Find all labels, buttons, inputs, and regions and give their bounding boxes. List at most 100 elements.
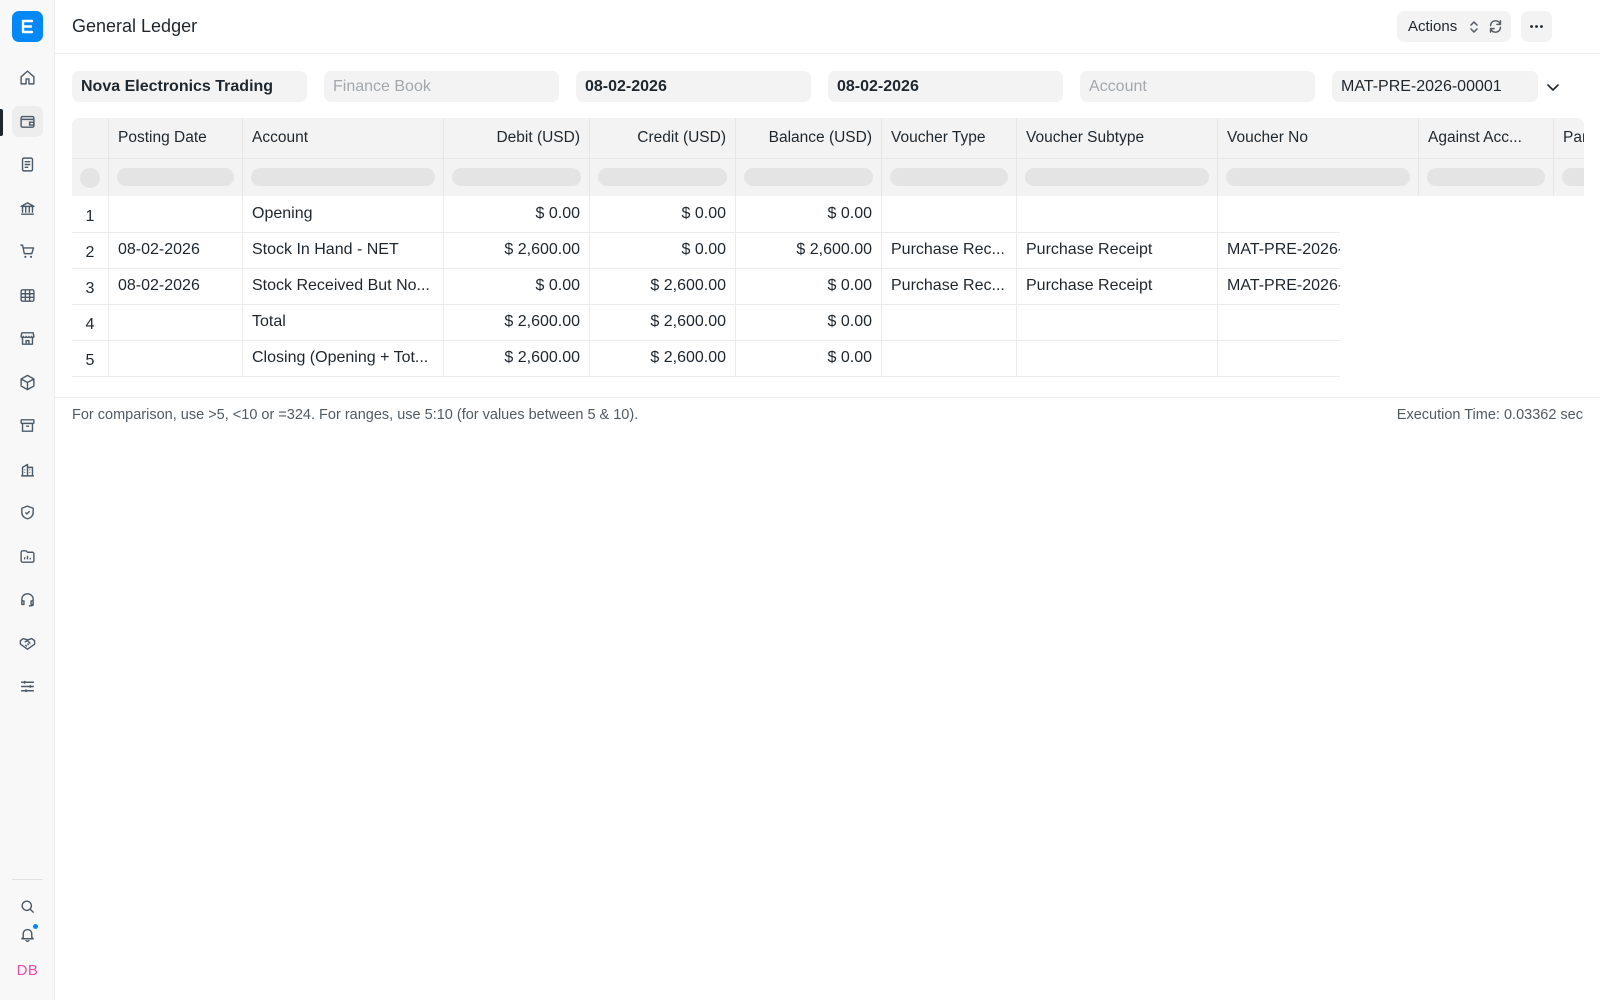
table-row[interactable]: 1 Opening $ 0.00 $ 0.00 $ 0.00	[72, 196, 1340, 233]
voucher-no-filter[interactable]: MAT-PRE-2026-00001	[1332, 71, 1538, 102]
cell-posting-date[interactable]	[109, 340, 243, 376]
sidebar-item-settings[interactable]	[12, 671, 43, 702]
cell-balance[interactable]: $ 0.00	[736, 196, 882, 232]
cell-account[interactable]: Total	[243, 304, 444, 340]
from-date-filter[interactable]: 08-02-2026	[576, 71, 811, 102]
cell-voucher-type[interactable]	[882, 196, 1017, 232]
cell-voucher-no[interactable]	[1218, 304, 1340, 340]
cell-voucher-subtype[interactable]	[1017, 304, 1218, 340]
sidebar-item-quality[interactable]	[12, 497, 43, 528]
archive-icon	[20, 419, 35, 432]
bank-icon	[20, 202, 35, 215]
cell-voucher-subtype[interactable]: Purchase Receipt	[1017, 268, 1218, 304]
sidebar-item-accounting[interactable]	[12, 106, 43, 137]
column-header-against-account[interactable]: Against Acc...	[1419, 118, 1554, 158]
search-button[interactable]	[12, 891, 43, 922]
cell-debit[interactable]: $ 2,600.00	[444, 340, 590, 376]
cell-debit[interactable]: $ 2,600.00	[444, 304, 590, 340]
table-footer-divider	[55, 397, 1600, 398]
column-filter-balance[interactable]	[736, 158, 882, 196]
column-filter-account[interactable]	[243, 158, 444, 196]
column-filter-debit[interactable]	[444, 158, 590, 196]
sidebar-item-buying[interactable]	[12, 236, 43, 267]
column-header-credit[interactable]: Credit (USD)	[590, 118, 736, 158]
column-filter-voucher-no[interactable]	[1218, 158, 1419, 196]
company-filter[interactable]: Nova Electronics Trading	[72, 71, 307, 102]
table-row[interactable]: 4 Total $ 2,600.00 $ 2,600.00 $ 0.00	[72, 304, 1340, 341]
cell-voucher-no[interactable]	[1218, 196, 1340, 232]
column-header-voucher-subtype[interactable]: Voucher Subtype	[1017, 118, 1218, 158]
sidebar-item-manufacturing[interactable]	[12, 454, 43, 485]
sidebar-item-projects[interactable]	[12, 541, 43, 572]
sidebar-item-crm[interactable]	[12, 628, 43, 659]
table-row[interactable]: 3 08-02-2026 Stock Received But No... $ …	[72, 268, 1340, 305]
cell-voucher-type[interactable]	[882, 304, 1017, 340]
cell-voucher-no[interactable]: MAT-PRE-2026-00001	[1218, 232, 1340, 268]
sidebar-item-support[interactable]	[12, 584, 43, 615]
column-filter-credit[interactable]	[590, 158, 736, 196]
cell-balance[interactable]: $ 0.00	[736, 340, 882, 376]
column-header-posting-date[interactable]: Posting Date	[109, 118, 243, 158]
column-filter-party[interactable]	[1554, 158, 1584, 196]
cell-balance[interactable]: $ 2,600.00	[736, 232, 882, 268]
cell-voucher-subtype[interactable]: Purchase Receipt	[1017, 232, 1218, 268]
cell-voucher-type[interactable]: Purchase Rec...	[882, 232, 1017, 268]
sidebar-item-selling[interactable]	[12, 323, 43, 354]
table-row[interactable]: 2 08-02-2026 Stock In Hand - NET $ 2,600…	[72, 232, 1340, 269]
cell-voucher-type[interactable]: Purchase Rec...	[882, 268, 1017, 304]
cell-account[interactable]: Opening	[243, 196, 444, 232]
cell-debit[interactable]: $ 2,600.00	[444, 232, 590, 268]
cell-account[interactable]: Closing (Opening + Tot...	[243, 340, 444, 376]
cell-credit[interactable]: $ 2,600.00	[590, 268, 736, 304]
sidebar-item-documents[interactable]	[12, 149, 43, 180]
cell-debit[interactable]: $ 0.00	[444, 196, 590, 232]
column-header-voucher-type[interactable]: Voucher Type	[882, 118, 1017, 158]
cell-posting-date[interactable]: 08-02-2026	[109, 268, 243, 304]
cell-voucher-no[interactable]: MAT-PRE-2026-00001	[1218, 268, 1340, 304]
column-header-voucher-no[interactable]: Voucher No	[1218, 118, 1419, 158]
app-logo[interactable]	[12, 11, 43, 42]
cell-posting-date[interactable]	[109, 304, 243, 340]
cell-balance[interactable]: $ 0.00	[736, 304, 882, 340]
column-header-balance[interactable]: Balance (USD)	[736, 118, 882, 158]
sliders-icon	[21, 680, 34, 693]
refresh-button[interactable]	[1480, 11, 1511, 42]
finance-book-filter[interactable]: Finance Book	[324, 71, 559, 102]
cell-balance[interactable]: $ 0.00	[736, 268, 882, 304]
column-header-debit[interactable]: Debit (USD)	[444, 118, 590, 158]
column-filter-posting-date[interactable]	[109, 158, 243, 196]
sidebar-item-home[interactable]	[12, 62, 43, 93]
cart-icon	[20, 244, 35, 258]
headset-icon	[21, 593, 34, 607]
more-filters-button[interactable]	[1543, 77, 1563, 97]
cell-account[interactable]: Stock Received But No...	[243, 268, 444, 304]
cell-posting-date[interactable]: 08-02-2026	[109, 232, 243, 268]
cell-account[interactable]: Stock In Hand - NET	[243, 232, 444, 268]
cell-credit[interactable]: $ 0.00	[590, 232, 736, 268]
cell-voucher-no[interactable]	[1218, 340, 1340, 376]
sidebar-item-table[interactable]	[12, 280, 43, 311]
cell-posting-date[interactable]	[109, 196, 243, 232]
cell-credit[interactable]: $ 2,600.00	[590, 304, 736, 340]
notifications-button[interactable]	[12, 919, 43, 950]
column-header-party[interactable]: Par	[1554, 118, 1584, 158]
avatar[interactable]: DB	[12, 957, 43, 983]
active-indicator	[0, 109, 3, 136]
cell-voucher-subtype[interactable]	[1017, 196, 1218, 232]
cell-credit[interactable]: $ 2,600.00	[590, 340, 736, 376]
sidebar-item-bank[interactable]	[12, 193, 43, 224]
cell-voucher-type[interactable]	[882, 340, 1017, 376]
column-header-account[interactable]: Account	[243, 118, 444, 158]
column-filter-against-account[interactable]	[1419, 158, 1554, 196]
more-options-button[interactable]	[1521, 11, 1552, 42]
column-filter-voucher-type[interactable]	[882, 158, 1017, 196]
cell-credit[interactable]: $ 0.00	[590, 196, 736, 232]
table-row[interactable]: 5 Closing (Opening + Tot... $ 2,600.00 $…	[72, 340, 1340, 377]
sidebar-item-assets[interactable]	[12, 410, 43, 441]
to-date-filter[interactable]: 08-02-2026	[828, 71, 1063, 102]
account-filter[interactable]: Account	[1080, 71, 1315, 102]
cell-voucher-subtype[interactable]	[1017, 340, 1218, 376]
column-filter-voucher-subtype[interactable]	[1017, 158, 1218, 196]
sidebar-item-stock[interactable]	[12, 367, 43, 398]
cell-debit[interactable]: $ 0.00	[444, 268, 590, 304]
